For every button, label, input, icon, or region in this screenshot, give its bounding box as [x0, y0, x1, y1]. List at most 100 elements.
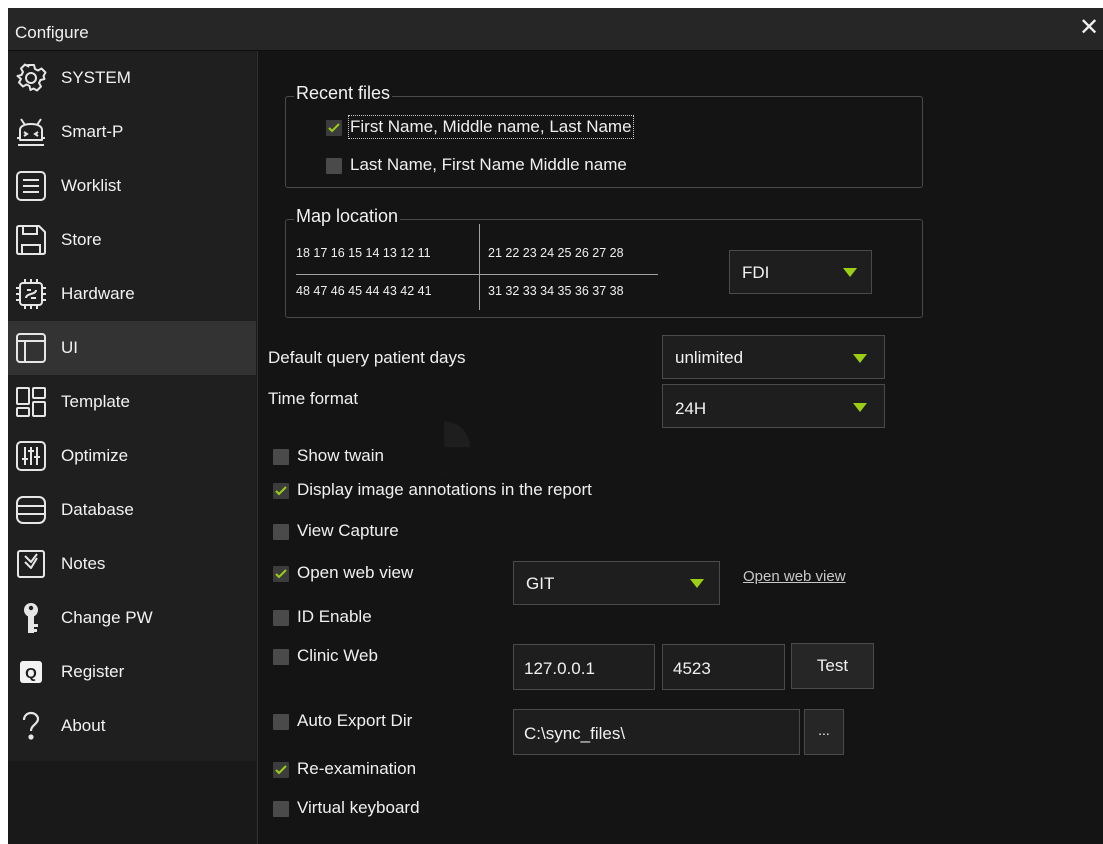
checkbox[interactable] [326, 158, 342, 174]
chevron-down-icon [690, 579, 704, 588]
gear-icon [15, 62, 47, 94]
chip-icon [15, 278, 47, 310]
sidebar: SYSTEM Smart-P Worklist Store Hardware U… [8, 51, 256, 844]
virtual-keyboard-option[interactable]: Virtual keyboard [273, 798, 473, 822]
sidebar-item-label: Store [61, 230, 102, 249]
option-label: Open web view [297, 563, 414, 582]
option-label: ID Enable [297, 607, 372, 626]
chevron-down-icon [853, 354, 867, 363]
browse-button[interactable]: ... [804, 709, 844, 755]
checkbox[interactable] [273, 524, 289, 540]
sidebar-item-label: SYSTEM [61, 68, 131, 87]
recent-files-option-first-middle-last[interactable]: First Name, Middle name, Last Name [326, 115, 686, 141]
recent-files-option-last-first-middle[interactable]: Last Name, First Name Middle name [326, 155, 686, 179]
quadrant-upper-right: 18 17 16 15 14 13 12 11 [296, 246, 431, 260]
checkbox[interactable] [273, 649, 289, 665]
sidebar-item-ui[interactable]: UI [8, 321, 256, 375]
key-icon [15, 602, 47, 634]
database-icon [15, 494, 47, 526]
sidebar-item-label: Register [61, 662, 125, 681]
chevron-down-icon [853, 403, 867, 412]
sidebar-item-label: Smart-P [61, 122, 124, 141]
configure-window: Configure ✕ SYSTEM Smart-P Worklist Stor… [8, 8, 1103, 844]
sliders-icon [15, 440, 47, 472]
title-bar: Configure ✕ [8, 8, 1103, 51]
id-enable-option[interactable]: ID Enable [273, 607, 473, 631]
notation-select[interactable]: FDI [729, 250, 872, 294]
auto-export-dir-option[interactable]: Auto Export Dir [273, 711, 473, 735]
clinic-port-input[interactable]: 4523 [662, 644, 785, 690]
map-divider-vertical [479, 224, 480, 310]
query-days-select[interactable]: unlimited [662, 335, 885, 379]
sidebar-item-system[interactable]: SYSTEM [8, 51, 256, 105]
quadrant-lower-right: 48 47 46 45 44 43 42 41 [296, 284, 432, 298]
map-divider-horizontal [296, 274, 658, 275]
option-label: Show twain [297, 446, 384, 465]
test-button[interactable]: Test [791, 643, 874, 689]
clinic-web-option[interactable]: Clinic Web [273, 646, 473, 670]
checkbox[interactable] [273, 714, 289, 730]
template-grid-icon [15, 386, 47, 418]
checkbox[interactable] [273, 483, 289, 499]
option-label: Re-examination [297, 759, 417, 778]
open-web-view-link[interactable]: Open web view [743, 568, 846, 585]
sidebar-item-label: Notes [61, 554, 106, 573]
sidebar-item-store[interactable]: Store [8, 213, 256, 267]
checkbox[interactable] [273, 762, 289, 778]
query-days-value: unlimited [675, 348, 744, 367]
time-format-label: Time format [268, 389, 359, 408]
close-button[interactable]: ✕ [1075, 16, 1103, 44]
display-annotations-option[interactable]: Display image annotations in the report [273, 480, 673, 504]
sidebar-item-optimize[interactable]: Optimize [8, 429, 256, 483]
svg-text:Q: Q [25, 665, 37, 682]
re-examination-option[interactable]: Re-examination [273, 759, 473, 783]
sidebar-item-notes[interactable]: Notes [8, 537, 256, 591]
export-dir-input[interactable]: C:\sync_files\ [513, 709, 800, 755]
sidebar-nav: SYSTEM Smart-P Worklist Store Hardware U… [8, 51, 256, 761]
list-icon [15, 170, 47, 202]
option-label: Virtual keyboard [297, 798, 420, 817]
show-twain-option[interactable]: Show twain [273, 446, 473, 470]
view-capture-option[interactable]: View Capture [273, 521, 473, 545]
time-format-select[interactable]: 24H [662, 384, 885, 428]
option-label: Clinic Web [297, 646, 378, 665]
sidebar-item-database[interactable]: Database [8, 483, 256, 537]
notes-check-icon [15, 548, 47, 580]
sidebar-item-register[interactable]: Q Register [8, 645, 256, 699]
sidebar-item-worklist[interactable]: Worklist [8, 159, 256, 213]
sidebar-item-smart-p[interactable]: Smart-P [8, 105, 256, 159]
time-format-value: 24H [675, 399, 707, 418]
sidebar-item-template[interactable]: Template [8, 375, 256, 429]
floppy-disk-icon [15, 224, 47, 256]
sidebar-item-change-pw[interactable]: Change PW [8, 591, 256, 645]
sidebar-item-hardware[interactable]: Hardware [8, 267, 256, 321]
option-label: Display image annotations in the report [297, 480, 592, 499]
checkbox[interactable] [273, 566, 289, 582]
window-title: Configure [15, 23, 89, 42]
quadrant-lower-left: 31 32 33 34 35 36 37 38 [488, 284, 624, 298]
notation-value: FDI [742, 263, 770, 282]
map-location-group: Map location 18 17 16 15 14 13 12 11 21 … [285, 206, 923, 318]
option-label: First Name, Middle name, Last Name [348, 115, 634, 139]
robot-icon [15, 116, 47, 148]
register-q-icon: Q [15, 656, 47, 688]
sidebar-item-about[interactable]: About [8, 699, 256, 753]
checkbox[interactable] [273, 801, 289, 817]
open-web-view-option[interactable]: Open web view [273, 563, 473, 587]
sidebar-item-label: Hardware [61, 284, 135, 303]
web-view-value: GIT [526, 574, 555, 593]
settings-panel: ◔ Recent files First Name, Middle name, … [257, 51, 1103, 844]
map-location-title: Map location [294, 206, 401, 227]
checkbox[interactable] [273, 449, 289, 465]
web-view-select[interactable]: GIT [513, 561, 720, 605]
sidebar-item-label: Worklist [61, 176, 122, 195]
checkbox[interactable] [326, 120, 342, 136]
query-days-label: Default query patient days [268, 348, 466, 367]
sidebar-item-label: Template [61, 392, 130, 411]
checkbox[interactable] [273, 610, 289, 626]
clinic-ip-input[interactable]: 127.0.0.1 [513, 644, 655, 690]
sidebar-item-label: Optimize [61, 446, 129, 465]
recent-files-title: Recent files [294, 83, 393, 104]
recent-files-group: Recent files First Name, Middle name, La… [285, 83, 923, 188]
question-mark-icon [15, 710, 47, 742]
